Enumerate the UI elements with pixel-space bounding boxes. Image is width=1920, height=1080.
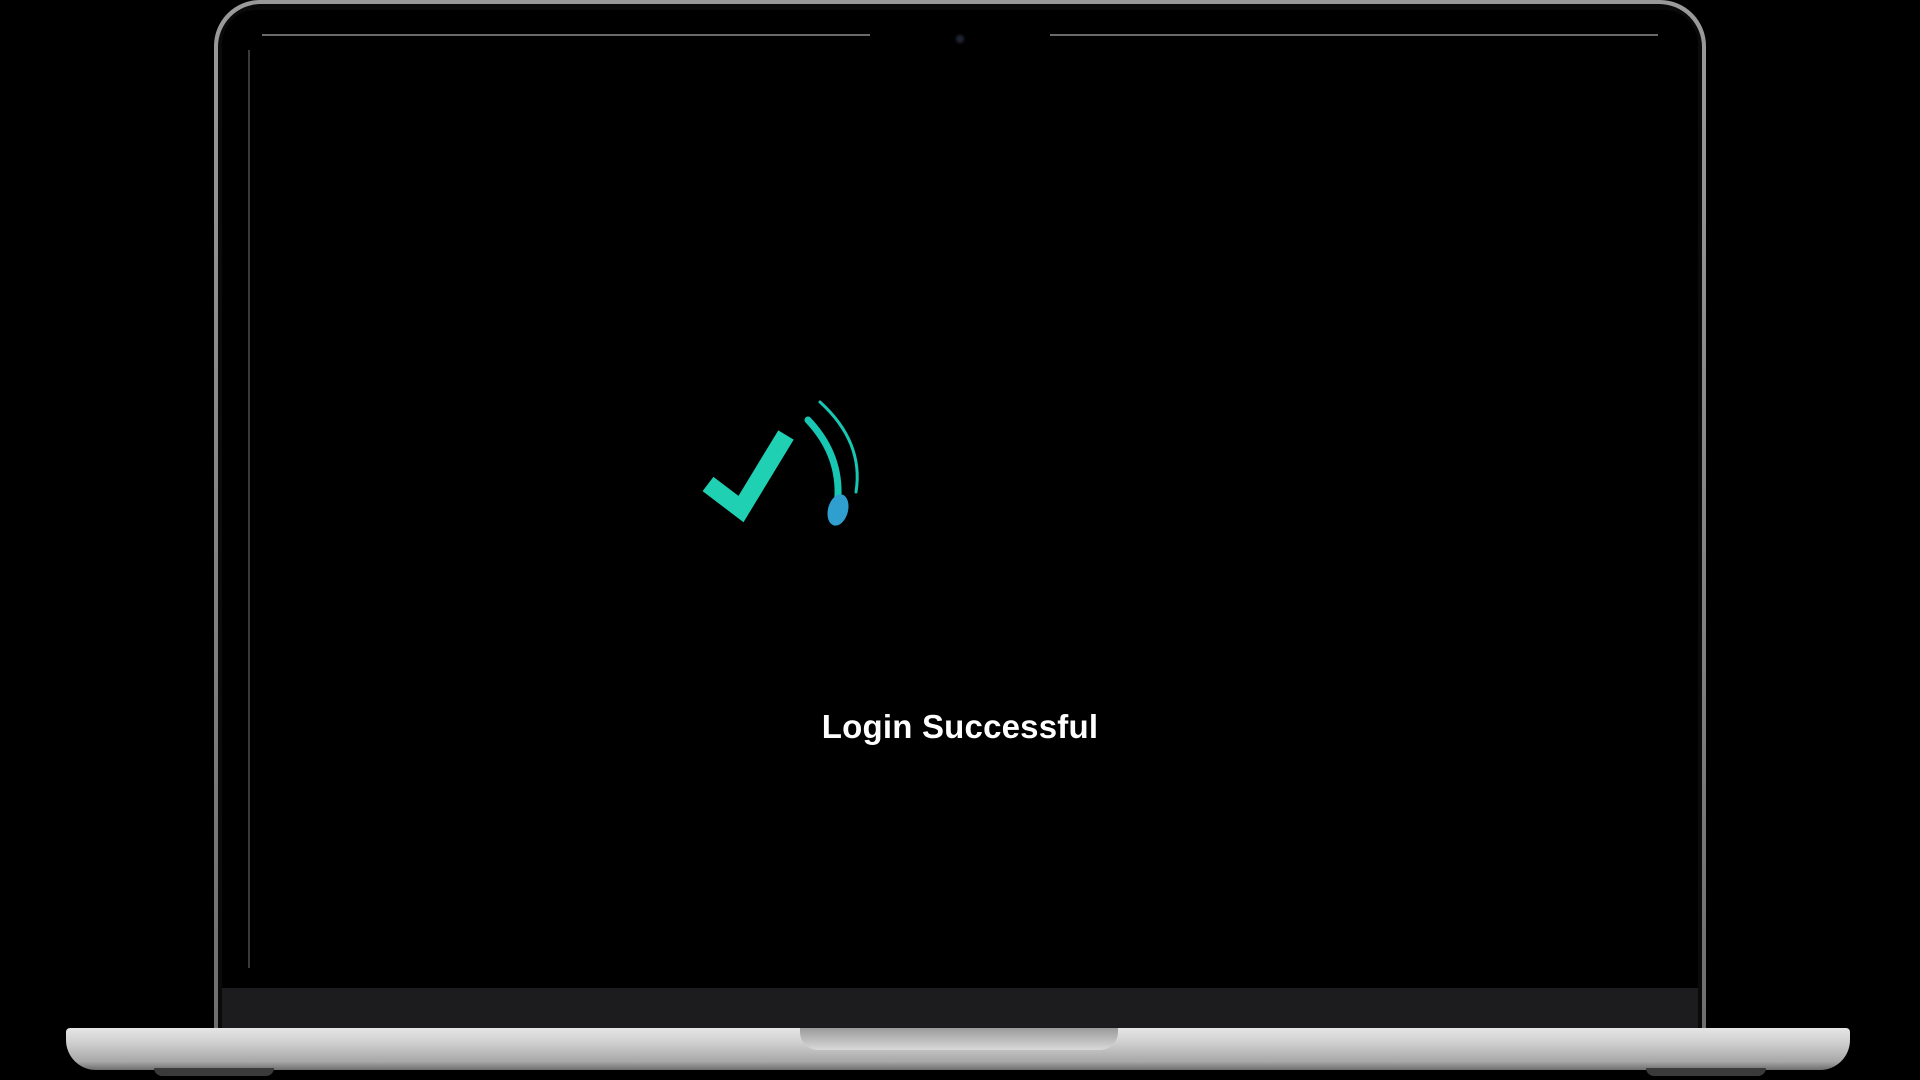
login-status-label: Login Successful bbox=[821, 708, 1099, 745]
laptop-screen bbox=[222, 10, 1698, 988]
drop-icon bbox=[827, 494, 849, 526]
screen-bottom-bezel bbox=[222, 988, 1698, 1028]
checkmark-stroke bbox=[702, 430, 794, 523]
laptop-lid-notch bbox=[800, 1028, 1118, 1050]
success-check-icon bbox=[620, 380, 880, 560]
login-status-text: Login Successful bbox=[0, 708, 1920, 746]
screen-edge-line bbox=[262, 34, 870, 36]
screen-edge-line bbox=[1050, 34, 1658, 36]
laptop-foot bbox=[154, 1068, 274, 1076]
laptop-foot bbox=[1646, 1068, 1766, 1076]
desktop-stage: Login Successful bbox=[0, 0, 1920, 1080]
camera-icon bbox=[955, 34, 965, 44]
screen-edge-line bbox=[248, 50, 250, 968]
